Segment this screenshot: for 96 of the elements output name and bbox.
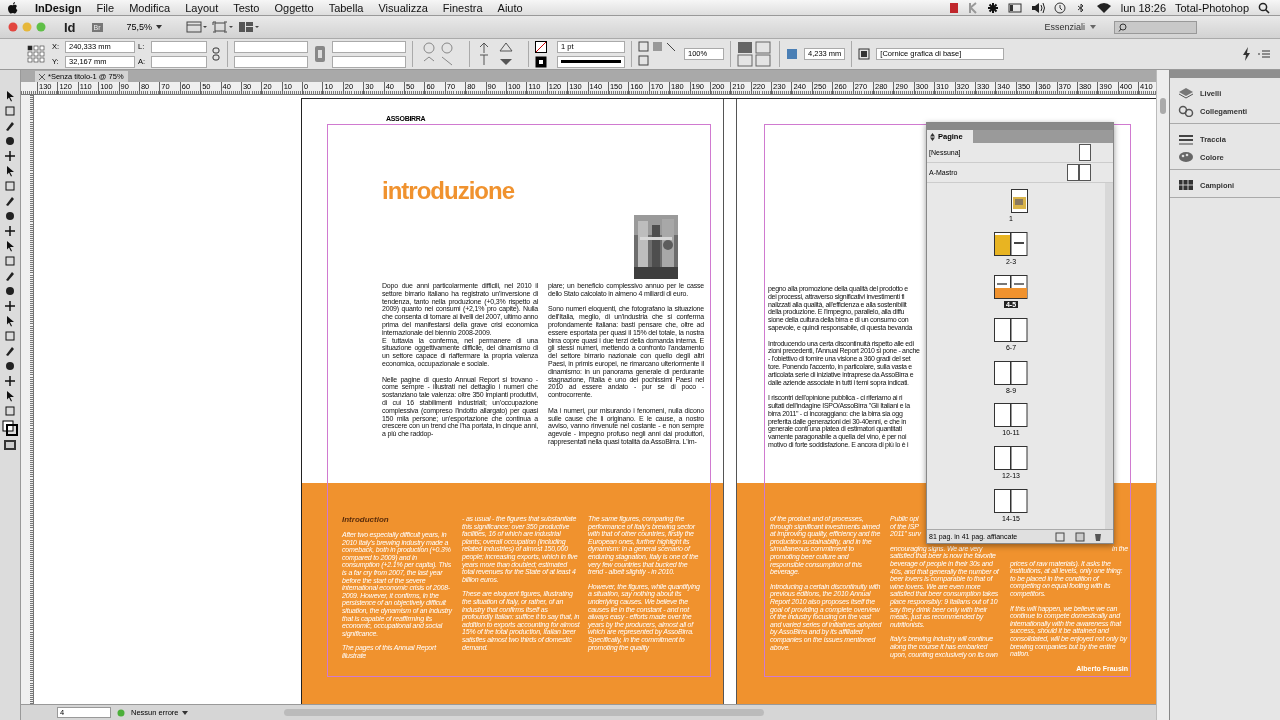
display-icon[interactable] (1007, 1, 1022, 14)
menu-item[interactable]: Aiuto (497, 1, 523, 14)
object-style-icon[interactable] (858, 48, 871, 60)
page-thumbnail[interactable] (994, 360, 1028, 385)
tool-icon[interactable] (4, 105, 16, 117)
tool-icon[interactable] (4, 255, 16, 267)
updown-icon (930, 132, 935, 141)
caret-icon (1090, 25, 1096, 29)
workspace-dropdown[interactable]: Essenziali (1044, 22, 1096, 32)
screen-mode-icon[interactable] (212, 21, 235, 33)
text-wrap-icon[interactable] (737, 41, 773, 67)
close-icon[interactable] (8, 22, 18, 32)
page-title: introduzione (382, 177, 514, 205)
search-icon[interactable] (1258, 1, 1270, 14)
tool-icon[interactable] (4, 150, 16, 162)
wifi-icon[interactable] (1095, 1, 1112, 14)
tool-icon[interactable] (4, 195, 16, 207)
status-dot-icon (117, 708, 125, 717)
tool-icon[interactable] (4, 315, 16, 327)
constrain-icon[interactable] (314, 45, 326, 63)
scale-y-field[interactable] (234, 55, 308, 68)
reference-point-icon[interactable] (26, 44, 46, 64)
page-thumbnail[interactable] (994, 274, 1028, 299)
user-name[interactable]: Total-Photohop (1175, 1, 1249, 14)
stroke-icon (1178, 133, 1194, 145)
menu-item[interactable]: Testo (233, 1, 260, 14)
wrap-offset-icon[interactable] (786, 48, 798, 60)
tool-icon[interactable] (4, 120, 16, 132)
search-icon (1118, 22, 1127, 32)
menu-item[interactable]: Visualizza (378, 1, 428, 14)
caret-icon (181, 710, 188, 715)
page-thumbnail[interactable] (994, 231, 1028, 256)
tool-icon[interactable] (4, 360, 16, 372)
page-thumbnail[interactable] (994, 403, 1028, 428)
app-logo: Id (64, 19, 76, 35)
lightning-icon[interactable] (1242, 47, 1252, 61)
tool-icon[interactable] (4, 270, 16, 282)
tool-icon[interactable] (4, 165, 16, 177)
tool-icon[interactable] (4, 240, 16, 252)
page-thumbnail[interactable] (994, 317, 1028, 342)
search-field[interactable] (1114, 20, 1197, 34)
line-style-icon (561, 59, 621, 64)
section-heading: Introduction (342, 515, 390, 524)
tool-icon[interactable] (4, 390, 16, 402)
page-thumbnail[interactable] (994, 446, 1028, 471)
close-icon[interactable] (39, 73, 45, 80)
view-options-icon[interactable] (186, 21, 209, 33)
height-field[interactable] (151, 55, 207, 68)
menu-item[interactable]: Tabella (328, 1, 364, 14)
status-icon[interactable] (948, 1, 959, 14)
view-mode-icon[interactable] (3, 439, 17, 451)
tool-icon[interactable] (4, 330, 16, 342)
arrange-icon[interactable] (238, 21, 261, 33)
stroke-type-dropdown[interactable] (557, 55, 625, 68)
tool-icon[interactable] (4, 90, 16, 102)
links-icon (1178, 105, 1194, 117)
horizontal-scrollbar[interactable] (283, 709, 764, 716)
status-icon[interactable] (967, 1, 978, 14)
trash-icon[interactable] (1093, 531, 1103, 542)
chain-icon[interactable] (211, 47, 221, 61)
tool-icon[interactable] (4, 135, 16, 147)
caret-icon (156, 25, 163, 29)
tool-icon[interactable] (4, 405, 16, 417)
palette-icon (1178, 151, 1194, 163)
tool-icon[interactable] (4, 300, 16, 312)
tool-icon[interactable] (4, 345, 16, 357)
fill-stroke-icon[interactable] (2, 420, 18, 436)
tool-icon[interactable] (4, 225, 16, 237)
page-size-icon[interactable] (1055, 531, 1067, 542)
volume-icon[interactable] (1030, 1, 1045, 14)
menu-item[interactable]: Oggetto (274, 1, 314, 14)
menu-item[interactable]: Modifica (129, 1, 171, 14)
clock-icon[interactable] (1053, 1, 1066, 14)
scrollbar-thumb[interactable] (1160, 98, 1166, 114)
shear-field[interactable] (332, 55, 406, 68)
tool-icon[interactable] (4, 180, 16, 192)
tool-icon[interactable] (4, 375, 16, 387)
page-thumbnail[interactable] (994, 489, 1028, 514)
new-page-icon[interactable] (1075, 531, 1085, 542)
app-name[interactable]: InDesign (35, 1, 82, 14)
scale-x-field[interactable] (234, 40, 308, 53)
panel-menu-icon[interactable] (1258, 49, 1270, 59)
menu-item[interactable]: File (96, 1, 115, 14)
layers-icon (1178, 87, 1194, 99)
zoom-dropdown[interactable]: 75,5% (126, 22, 163, 32)
apple-icon[interactable] (8, 1, 18, 14)
width-field[interactable] (151, 40, 207, 53)
menu-item[interactable]: Layout (185, 1, 219, 14)
page-thumbnail[interactable] (1011, 189, 1028, 213)
tool-icon[interactable] (4, 210, 16, 222)
clock-text[interactable]: lun 18:26 (1120, 1, 1166, 14)
asterisk-icon[interactable] (986, 1, 999, 14)
swatches-icon (1178, 179, 1194, 191)
tool-icon[interactable] (4, 285, 16, 297)
menu-item[interactable]: Finestra (442, 1, 483, 14)
rotate-field[interactable] (332, 40, 406, 53)
